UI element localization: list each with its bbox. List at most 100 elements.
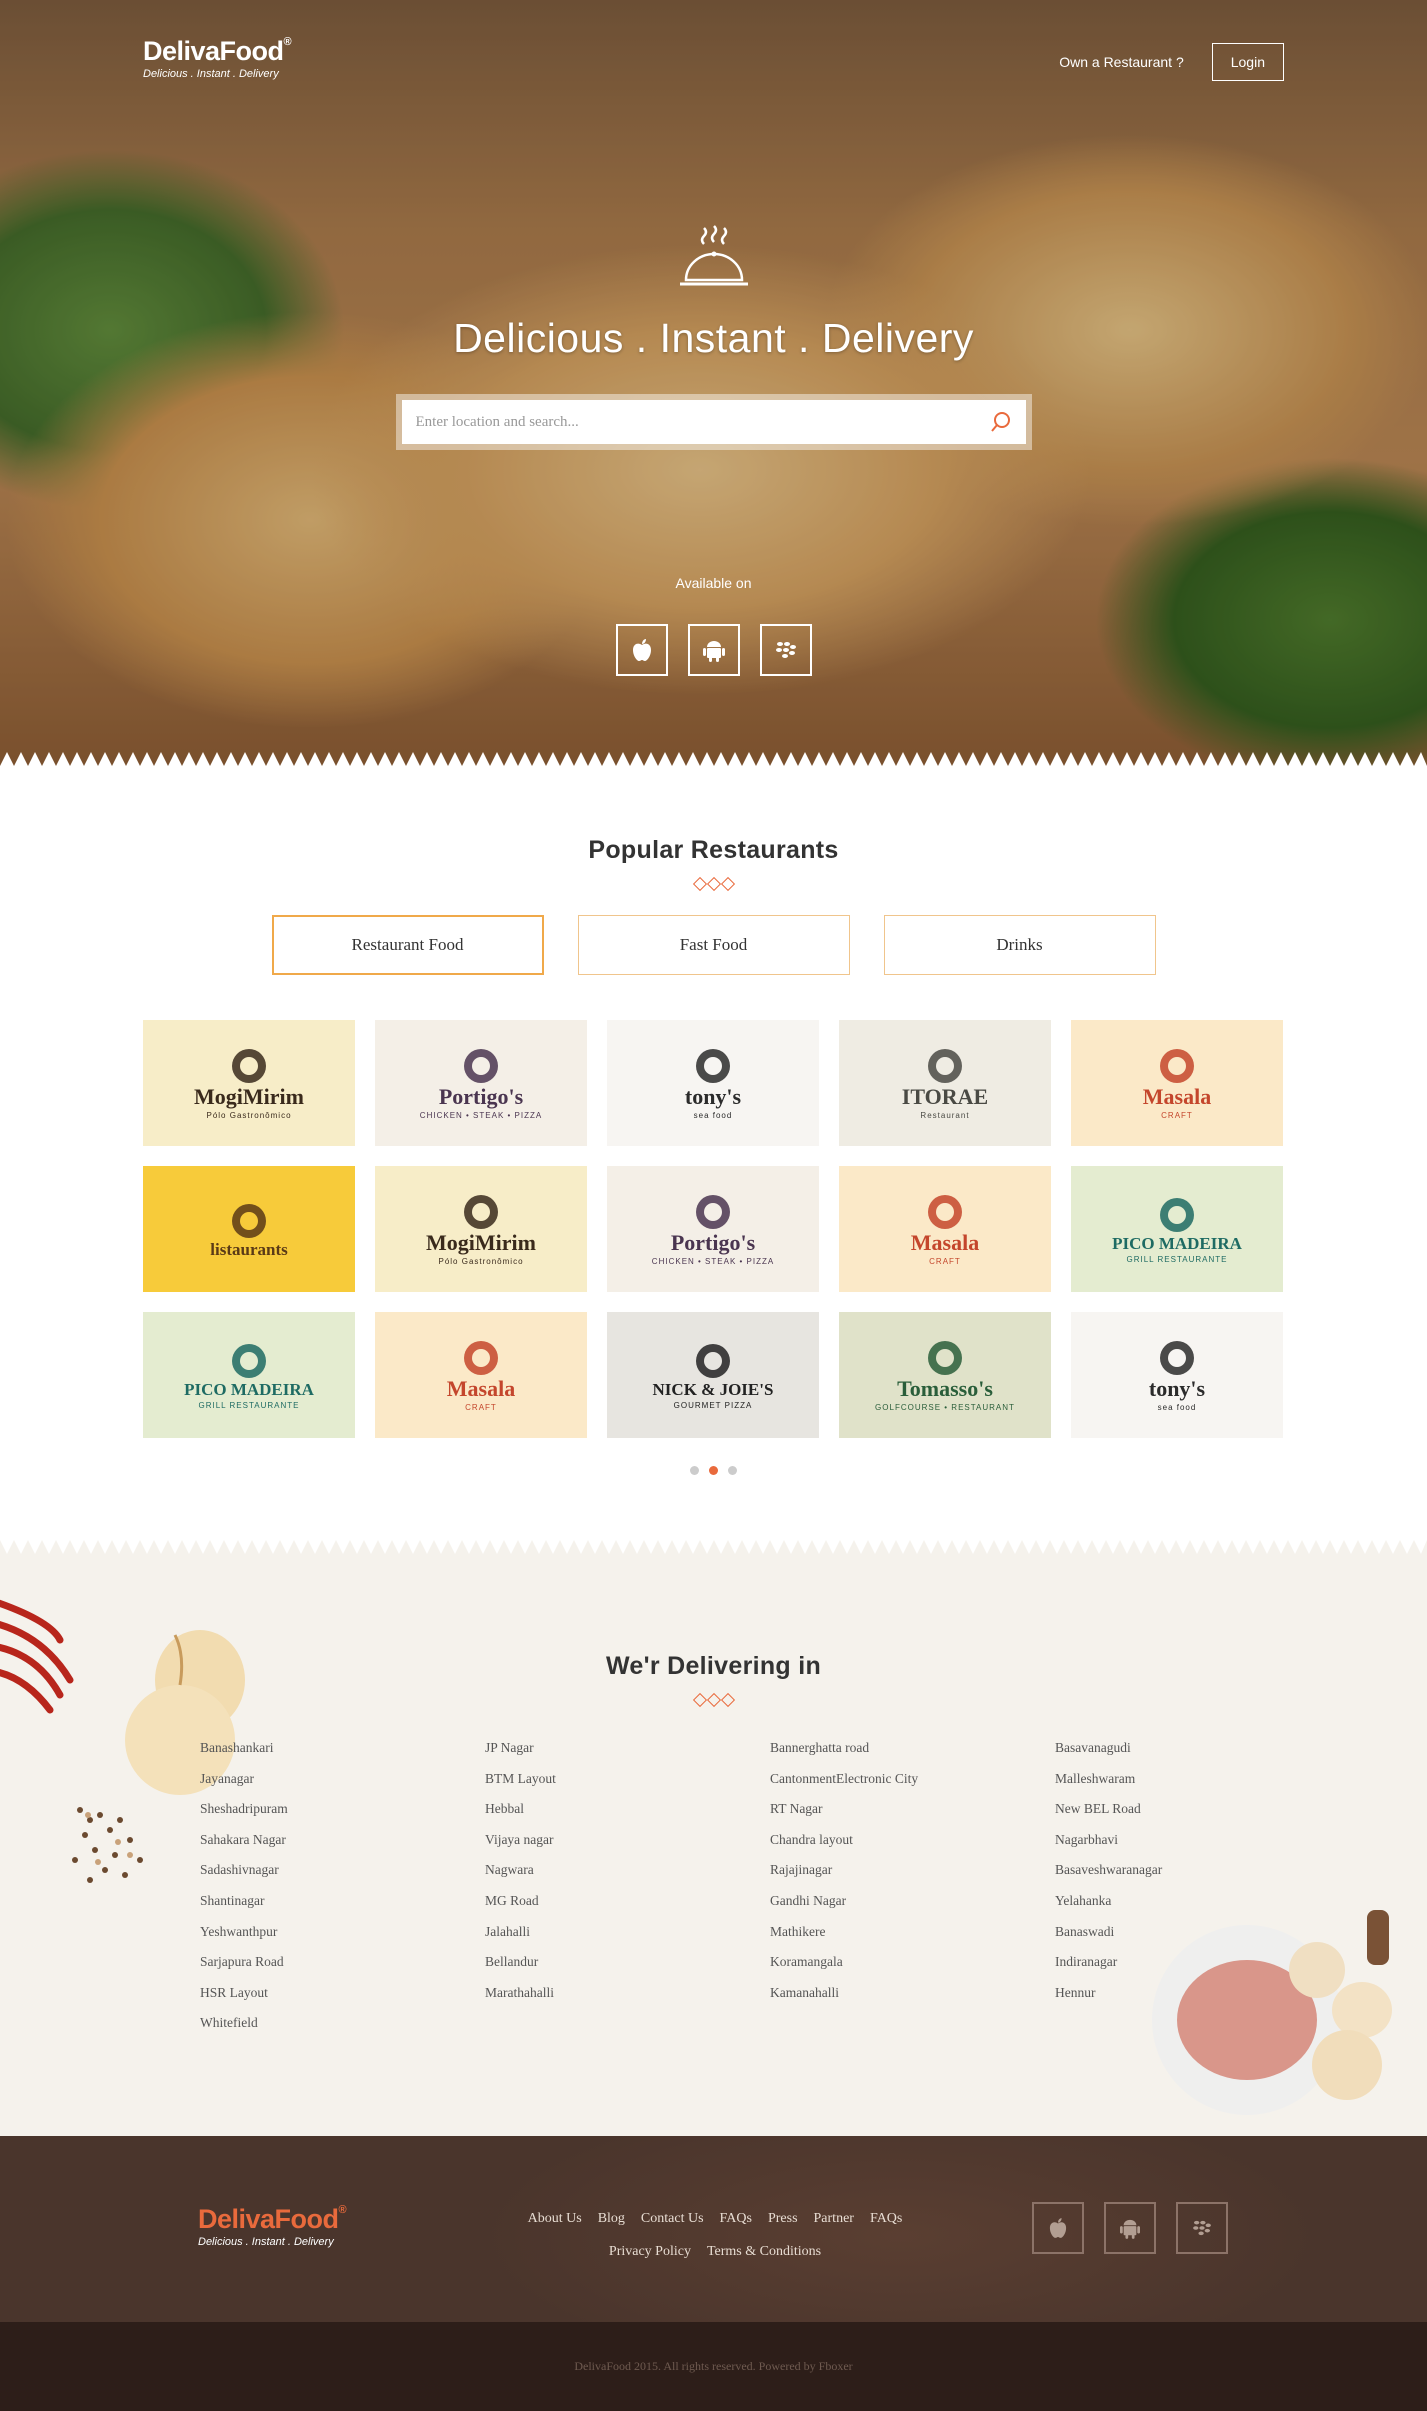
restaurant-logo-icon [1160,1049,1194,1083]
restaurant-name: tony's [684,1084,742,1109]
location-link[interactable]: Koramangala [770,1954,1055,1985]
restaurant-name: tony's [1148,1376,1206,1401]
tab-restaurant-food[interactable]: Restaurant Food [271,915,544,975]
restaurant-card[interactable]: MogiMirim Pólo Gastronômico [375,1166,587,1292]
footer-links: About Us Blog Contact Us FAQs Press Partner FA… [460,2202,970,2268]
footer: DelivaFood® Delicious . Instant . Delive… [0,2136,1427,2322]
location-link[interactable]: Bannerghatta road [770,1740,1055,1771]
location-link[interactable]: Indiranagar [1055,1954,1340,1985]
location-link[interactable]: Mathikere [770,1924,1055,1955]
location-link[interactable]: HSR Layout [200,1985,485,2016]
restaurant-card[interactable]: Masala CRAFT [375,1312,587,1438]
restaurant-name: Portigo's [670,1230,756,1255]
restaurant-card[interactable]: tony's sea food [607,1020,819,1146]
location-link[interactable]: JP Nagar [485,1740,770,1771]
location-link[interactable]: Hebbal [485,1801,770,1832]
location-link[interactable]: Sadashivnagar [200,1862,485,1893]
footer-link[interactable]: About Us [528,2211,582,2226]
apple-icon[interactable] [1032,2202,1084,2254]
location-link[interactable]: Sarjapura Road [200,1954,485,1985]
restaurant-card[interactable]: ITORAE Restaurant [839,1020,1051,1146]
delivering-section: We'r Delivering in Banashankari Jayanagar… [0,1540,1427,2136]
own-restaurant-link[interactable]: Own a Restaurant ? [1059,54,1184,70]
restaurant-name: MogiMirim [426,1230,536,1255]
location-link[interactable]: Vijaya nagar [485,1832,770,1863]
logo[interactable]: DelivaFood® Delicious . Instant . Delive… [143,36,292,80]
location-link[interactable]: Jalahalli [485,1924,770,1955]
tab-drinks[interactable]: Drinks [883,915,1156,975]
restaurant-subtitle: GRILL RESTAURANTE [1126,1254,1228,1264]
location-link[interactable]: New BEL Road [1055,1801,1340,1832]
location-link[interactable]: RT Nagar [770,1801,1055,1832]
location-link[interactable]: Bellandur [485,1954,770,1985]
location-link[interactable]: Banaswadi [1055,1924,1340,1955]
location-link[interactable]: Jayanagar [200,1771,485,1802]
restaurant-card[interactable]: Portigo's CHICKEN • STEAK • PIZZA [607,1166,819,1292]
restaurant-card[interactable]: Masala CRAFT [839,1166,1051,1292]
restaurant-card[interactable]: Masala CRAFT [1071,1020,1283,1146]
location-link[interactable]: Basaveshwaranagar [1055,1862,1340,1893]
restaurant-card[interactable]: PICO MADEIRA GRILL RESTAURANTE [143,1312,355,1438]
location-link[interactable]: Gandhi Nagar [770,1893,1055,1924]
restaurant-card[interactable]: MogiMirim Pólo Gastronômico [143,1020,355,1146]
zigzag-divider [0,1540,1427,1554]
restaurant-name: Portigo's [438,1084,524,1109]
hero-content: Delicious . Instant . Delivery [0,222,1427,450]
carousel-dot[interactable] [690,1466,699,1475]
footer-link[interactable]: Blog [598,2211,625,2226]
restaurant-card[interactable]: NICK & JOIE'S GOURMET PIZZA [607,1312,819,1438]
location-link[interactable]: Kamanahalli [770,1985,1055,2016]
footer-tagline: Delicious . Instant . Delivery [198,2236,334,2248]
location-link[interactable]: Nagwara [485,1862,770,1893]
apple-icon[interactable] [615,624,668,676]
location-link[interactable]: Basavanagudi [1055,1740,1340,1771]
footer-logo[interactable]: DelivaFood® Delicious . Instant . Delive… [198,2204,347,2248]
footer-link[interactable]: Privacy Policy [609,2244,691,2259]
android-icon[interactable] [687,624,740,676]
location-link[interactable]: CantonmentElectronic City [770,1771,1055,1802]
footer-link[interactable]: Contact Us [641,2211,704,2226]
location-link[interactable]: Marathahalli [485,1985,770,2016]
location-link[interactable]: Malleshwaram [1055,1771,1340,1802]
restaurant-card[interactable]: tony's sea food [1071,1312,1283,1438]
footer-link[interactable]: FAQs [720,2211,752,2226]
location-link[interactable]: Shantinagar [200,1893,485,1924]
location-link[interactable]: Rajajinagar [770,1862,1055,1893]
android-icon[interactable] [1104,2202,1156,2254]
location-link[interactable]: Yeshwanthpur [200,1924,485,1955]
location-link[interactable]: MG Road [485,1893,770,1924]
blackberry-icon[interactable] [1176,2202,1228,2254]
reg-mark: ® [283,36,292,48]
restaurant-card[interactable]: Tomasso's GOLFCOURSE • RESTAURANT [839,1312,1051,1438]
footer-link[interactable]: Partner [814,2211,854,2226]
restaurant-logo-icon [1160,1197,1194,1232]
restaurant-card[interactable]: PICO MADEIRA GRILL RESTAURANTE [1071,1166,1283,1292]
location-link[interactable]: Sahakara Nagar [200,1832,485,1863]
login-button[interactable]: Login [1211,43,1284,81]
restaurant-name: Tomasso's [897,1376,993,1401]
restaurant-card[interactable]: listaurants [143,1166,355,1292]
carousel-dot[interactable] [709,1466,718,1475]
footer-link[interactable]: Terms & Conditions [707,2244,821,2259]
location-link[interactable]: Yelahanka [1055,1893,1340,1924]
app-buttons [0,624,1427,676]
location-link[interactable]: Nagarbhavi [1055,1832,1340,1863]
location-link[interactable]: Hennur [1055,1985,1340,2016]
location-link[interactable]: BTM Layout [485,1771,770,1802]
location-link[interactable]: Chandra layout [770,1832,1055,1863]
locations-column: Basavanagudi Malleshwaram New BEL Road Naga… [1055,1740,1340,2046]
location-link[interactable]: Banashankari [200,1740,485,1771]
tab-fast-food[interactable]: Fast Food [577,915,850,975]
restaurant-card[interactable]: Portigo's CHICKEN • STEAK • PIZZA [375,1020,587,1146]
blackberry-icon[interactable] [759,624,812,676]
location-link[interactable]: Sheshadripuram [200,1801,485,1832]
locations-column: JP Nagar BTM Layout Hebbal Vijaya nagar Nagw… [485,1740,770,2046]
carousel-dot[interactable] [728,1466,737,1475]
footer-link[interactable]: Press [768,2211,798,2226]
search-input[interactable] [415,413,990,431]
search-icon[interactable] [990,411,1012,433]
restaurant-name: PICO MADEIRA [1112,1233,1242,1253]
restaurant-subtitle: sea food [1157,1403,1197,1412]
footer-link[interactable]: FAQs [870,2211,902,2226]
location-link[interactable]: Whitefield [200,2015,485,2046]
